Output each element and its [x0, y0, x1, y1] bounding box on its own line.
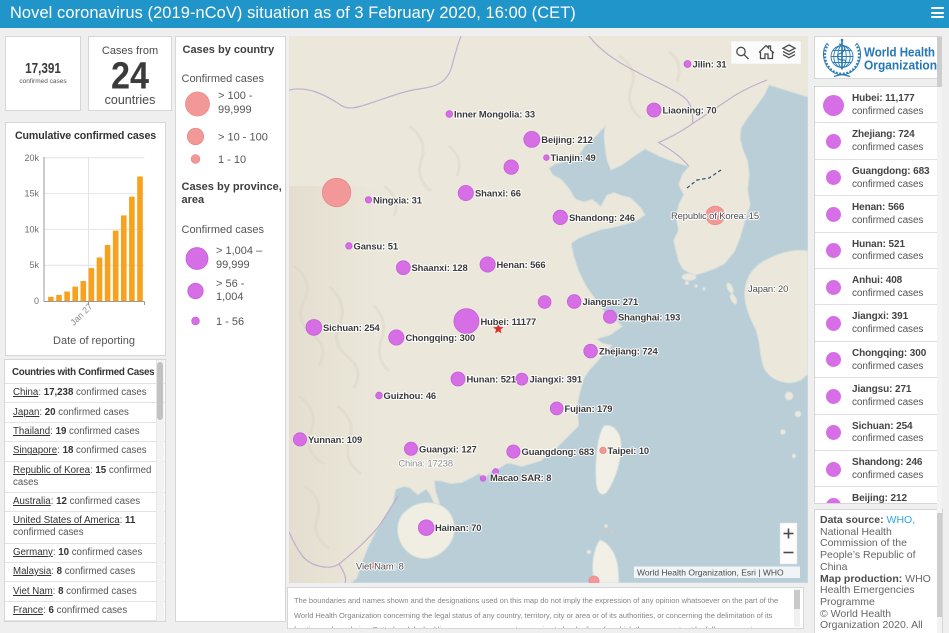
svg-text:Republic of Korea: 15: Republic of Korea: 15	[671, 210, 759, 221]
svg-text:1 - 56: 1 - 56	[216, 316, 244, 328]
svg-text:Shanxi: 66: Shanxi: 66	[475, 188, 521, 199]
svg-text:Jiangxi: 391: Jiangxi: 391	[530, 374, 582, 385]
svg-text:Jiangsu: 271: Jiangsu: 271	[583, 296, 639, 307]
svg-text:Shaanxi: 128: Shaanxi: 128	[412, 262, 468, 273]
svg-text:Guangxi: 127: Guangxi: 127	[419, 443, 477, 454]
svg-text:Shandong: 246: Shandong: 246	[569, 212, 635, 223]
svg-text:Confirmed cases: Confirmed cases	[182, 73, 265, 85]
svg-text:1,004: 1,004	[216, 291, 244, 303]
svg-text:> 100 -: > 100 -	[218, 90, 253, 102]
svg-text:Sichuan: 254: Sichuan: 254	[323, 322, 381, 333]
svg-text:15k: 15k	[24, 189, 39, 199]
svg-text:0: 0	[34, 296, 39, 306]
svg-text:area: area	[182, 194, 206, 206]
svg-text:Liaoning: 70: Liaoning: 70	[663, 105, 717, 116]
svg-text:Japan: 20: Japan: 20	[748, 283, 788, 294]
svg-text:Cases by country: Cases by country	[183, 44, 276, 56]
svg-text:Guangdong: 683: Guangdong: 683	[522, 446, 595, 457]
svg-text:Hunan: 521: Hunan: 521	[467, 374, 517, 385]
svg-text:> 1,004 –: > 1,004 –	[216, 245, 263, 257]
svg-text:99,999: 99,999	[216, 259, 250, 271]
svg-text:Fujian: 179: Fujian: 179	[565, 403, 613, 414]
svg-text:Hubei: 11177: Hubei: 11177	[481, 316, 537, 327]
svg-text:Gansu: 51: Gansu: 51	[354, 240, 398, 251]
svg-text:5k: 5k	[29, 260, 39, 270]
svg-text:Viet Nam: 8: Viet Nam: 8	[356, 561, 404, 572]
svg-text:Confirmed cases: Confirmed cases	[182, 224, 265, 236]
svg-text:99,999: 99,999	[218, 104, 252, 116]
svg-text:Jilin: 31: Jilin: 31	[693, 59, 727, 70]
svg-text:Taipei: 10: Taipei: 10	[608, 445, 650, 456]
svg-text:10k: 10k	[24, 224, 39, 234]
svg-text:> 56 -: > 56 -	[216, 278, 245, 290]
svg-text:Date of reporting: Date of reporting	[53, 335, 135, 347]
svg-text:Chongqing: 300: Chongqing: 300	[406, 332, 475, 343]
svg-text:Hainan: 70: Hainan: 70	[435, 522, 481, 533]
svg-text:Yunnan: 109: Yunnan: 109	[308, 434, 362, 445]
svg-text:Cases by province,: Cases by province,	[182, 181, 282, 193]
svg-text:1 - 10: 1 - 10	[218, 154, 246, 166]
svg-text:Guizhou: 46: Guizhou: 46	[384, 390, 437, 401]
svg-text:Organization: Organization	[864, 58, 937, 73]
svg-text:Shanghai: 193: Shanghai: 193	[618, 311, 680, 322]
svg-text:World Health Organization, Esr: World Health Organization, Esri | WHO	[637, 568, 784, 578]
svg-text:> 10 - 100: > 10 - 100	[218, 132, 268, 144]
svg-text:Macao SAR: 8: Macao SAR: 8	[490, 472, 551, 483]
svg-text:Henan: 566: Henan: 566	[497, 259, 546, 270]
svg-text:Inner Mongolia: 33: Inner Mongolia: 33	[454, 109, 535, 120]
svg-text:Zhejiang: 724: Zhejiang: 724	[599, 346, 658, 357]
svg-text:Jan 27: Jan 27	[68, 301, 94, 327]
svg-text:Beijing: 212: Beijing: 212	[541, 134, 592, 145]
svg-text:China: 17238: China: 17238	[398, 457, 453, 468]
svg-text:Tianjin: 49: Tianjin: 49	[551, 152, 596, 163]
svg-text:Ningxia: 31: Ningxia: 31	[373, 194, 422, 205]
svg-text:20k: 20k	[24, 153, 39, 163]
